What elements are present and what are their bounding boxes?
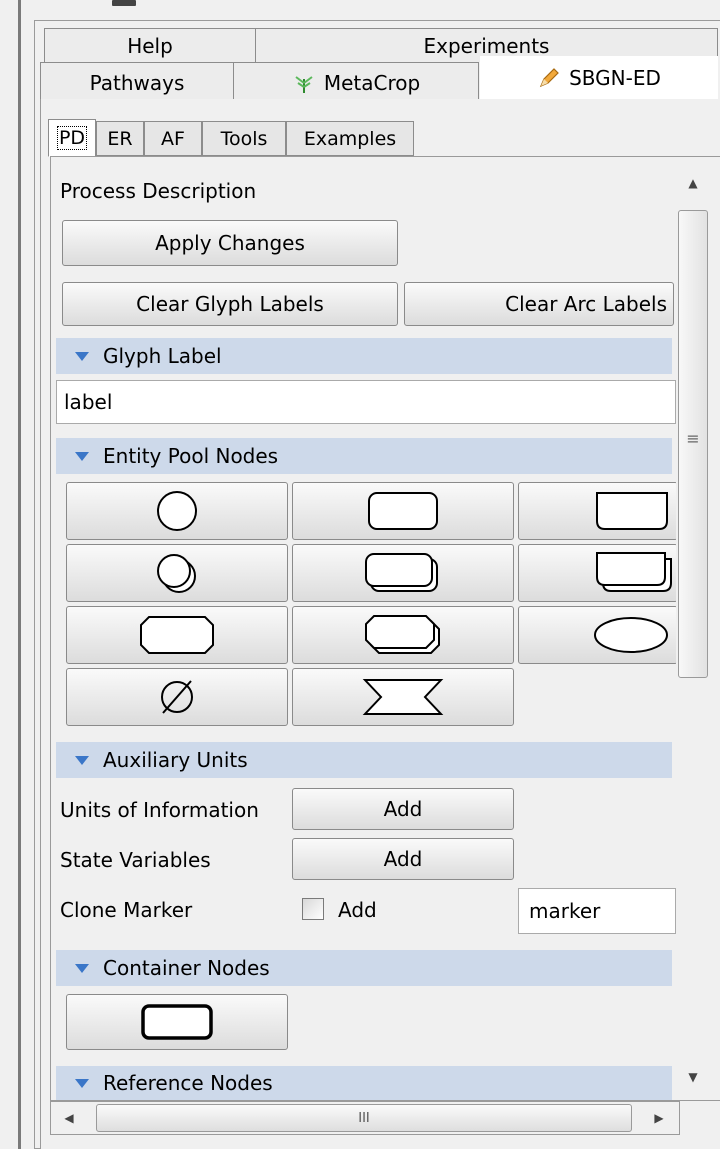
source-sink-empty-set-icon	[161, 680, 193, 714]
clone-marker-input[interactable]: marker	[518, 888, 676, 934]
tab-experiments-label: Experiments	[423, 33, 550, 58]
glyph-label-section-header[interactable]: Glyph Label	[56, 338, 672, 374]
subtab-er-label: ER	[107, 127, 133, 150]
glyph-label-value: label	[64, 390, 113, 414]
compartment-icon	[141, 1004, 213, 1040]
add-state-variable-button[interactable]: Add	[292, 838, 514, 880]
macromolecule-button[interactable]	[292, 482, 514, 540]
nucleic-acid-multimer-icon	[596, 552, 672, 592]
tab-pathways-label: Pathways	[89, 70, 185, 95]
clone-marker-checkbox-label: Add	[338, 898, 377, 922]
subtab-tools[interactable]: Tools	[202, 121, 286, 156]
pencil-icon	[537, 66, 561, 90]
tab-pathways[interactable]: Pathways	[40, 62, 234, 102]
window-title-fragment	[112, 0, 136, 6]
container-nodes-section-header[interactable]: Container Nodes	[56, 950, 672, 986]
add-unit-of-information-button[interactable]: Add	[292, 788, 514, 830]
reference-nodes-section-header[interactable]: Reference Nodes	[56, 1066, 672, 1100]
horizontal-scroll-thumb[interactable]: III	[96, 1104, 632, 1132]
container-nodes-header: Container Nodes	[103, 956, 270, 980]
state-variables-label: State Variables	[60, 848, 211, 872]
subtab-er[interactable]: ER	[96, 121, 144, 156]
nucleic-acid-multimer-button[interactable]	[518, 544, 678, 602]
complex-octagon-icon	[140, 616, 214, 654]
reference-nodes-header: Reference Nodes	[103, 1071, 273, 1095]
perturbing-agent-ellipse-icon	[594, 617, 668, 653]
subtab-af-label: AF	[161, 127, 185, 150]
clear-arc-labels-label: Clear Arc Labels	[505, 292, 667, 316]
unspecified-entity-button[interactable]	[66, 482, 288, 540]
glyph-label-input[interactable]: label	[56, 380, 676, 424]
auxiliary-units-section-header[interactable]: Auxiliary Units	[56, 742, 672, 778]
expand-triangle-icon	[75, 351, 89, 361]
scroll-grip-icon: ≡	[686, 428, 700, 448]
apply-changes-button[interactable]: Apply Changes	[62, 220, 398, 266]
plant-icon	[292, 71, 316, 95]
subtab-tools-label: Tools	[220, 127, 268, 150]
subtab-examples-label: Examples	[303, 127, 397, 150]
scroll-right-arrow-icon[interactable]: ▶	[644, 1104, 674, 1132]
expand-triangle-icon	[75, 755, 89, 765]
subtab-pd[interactable]: PD	[48, 119, 96, 157]
source-sink-button[interactable]	[66, 668, 288, 726]
perturbing-agent-button[interactable]	[518, 606, 678, 664]
units-of-information-label: Units of Information	[60, 798, 259, 822]
panel-title: Process Description	[60, 179, 257, 203]
subtab-af[interactable]: AF	[144, 121, 202, 156]
clear-glyph-labels-button[interactable]: Clear Glyph Labels	[62, 282, 398, 326]
horizontal-scroll-grip: III	[358, 1110, 370, 1126]
apply-changes-label: Apply Changes	[155, 231, 305, 255]
entity-pool-section-header[interactable]: Entity Pool Nodes	[56, 438, 672, 474]
clone-marker-checkbox[interactable]	[302, 898, 324, 920]
simple-chemical-multimer-button[interactable]	[66, 544, 288, 602]
nucleic-acid-feature-icon	[596, 492, 668, 530]
tab-sbgn-ed-label: SBGN-ED	[569, 66, 661, 90]
simple-chemical-multimer-icon	[157, 554, 196, 593]
unspecified-entity-circle-icon	[157, 491, 197, 531]
clone-marker-label: Clone Marker	[60, 898, 193, 922]
scroll-up-arrow-icon[interactable]: ▲	[678, 168, 708, 198]
complex-button[interactable]	[66, 606, 288, 664]
clear-arc-labels-button[interactable]: Clear Arc Labels	[404, 282, 674, 326]
tab-help[interactable]: Help	[44, 28, 256, 62]
expand-triangle-icon	[75, 1078, 89, 1088]
perturbation-hourglass-icon	[362, 679, 444, 715]
macromolecule-rounded-rect-icon	[368, 492, 438, 530]
subtab-pd-label: PD	[56, 126, 88, 150]
macromolecule-multimer-icon	[365, 553, 438, 592]
subtab-examples[interactable]: Examples	[286, 121, 414, 156]
tab-metacrop[interactable]: MetaCrop	[233, 62, 479, 102]
expand-triangle-icon	[75, 451, 89, 461]
window-edge	[18, 0, 21, 1149]
auxiliary-units-header: Auxiliary Units	[103, 748, 248, 772]
tab-metacrop-label: MetaCrop	[323, 70, 421, 95]
add-state-label: Add	[383, 847, 423, 871]
entity-pool-header: Entity Pool Nodes	[103, 444, 279, 468]
compartment-button[interactable]	[66, 994, 288, 1050]
scroll-down-arrow-icon[interactable]: ▼	[678, 1062, 708, 1092]
tab-sbgn-ed[interactable]: SBGN-ED	[480, 56, 718, 100]
expand-triangle-icon	[75, 963, 89, 973]
clear-glyph-labels-label: Clear Glyph Labels	[136, 292, 324, 316]
add-unit-label: Add	[383, 797, 423, 821]
nucleic-acid-feature-button[interactable]	[518, 482, 678, 540]
clone-marker-value: marker	[529, 899, 601, 923]
complex-multimer-icon	[365, 615, 440, 654]
scroll-left-arrow-icon[interactable]: ◀	[54, 1104, 84, 1132]
macromolecule-multimer-button[interactable]	[292, 544, 514, 602]
glyph-label-header: Glyph Label	[103, 344, 222, 368]
perturbation-button[interactable]	[292, 668, 514, 726]
tab-help-label: Help	[127, 33, 173, 58]
complex-multimer-button[interactable]	[292, 606, 514, 664]
